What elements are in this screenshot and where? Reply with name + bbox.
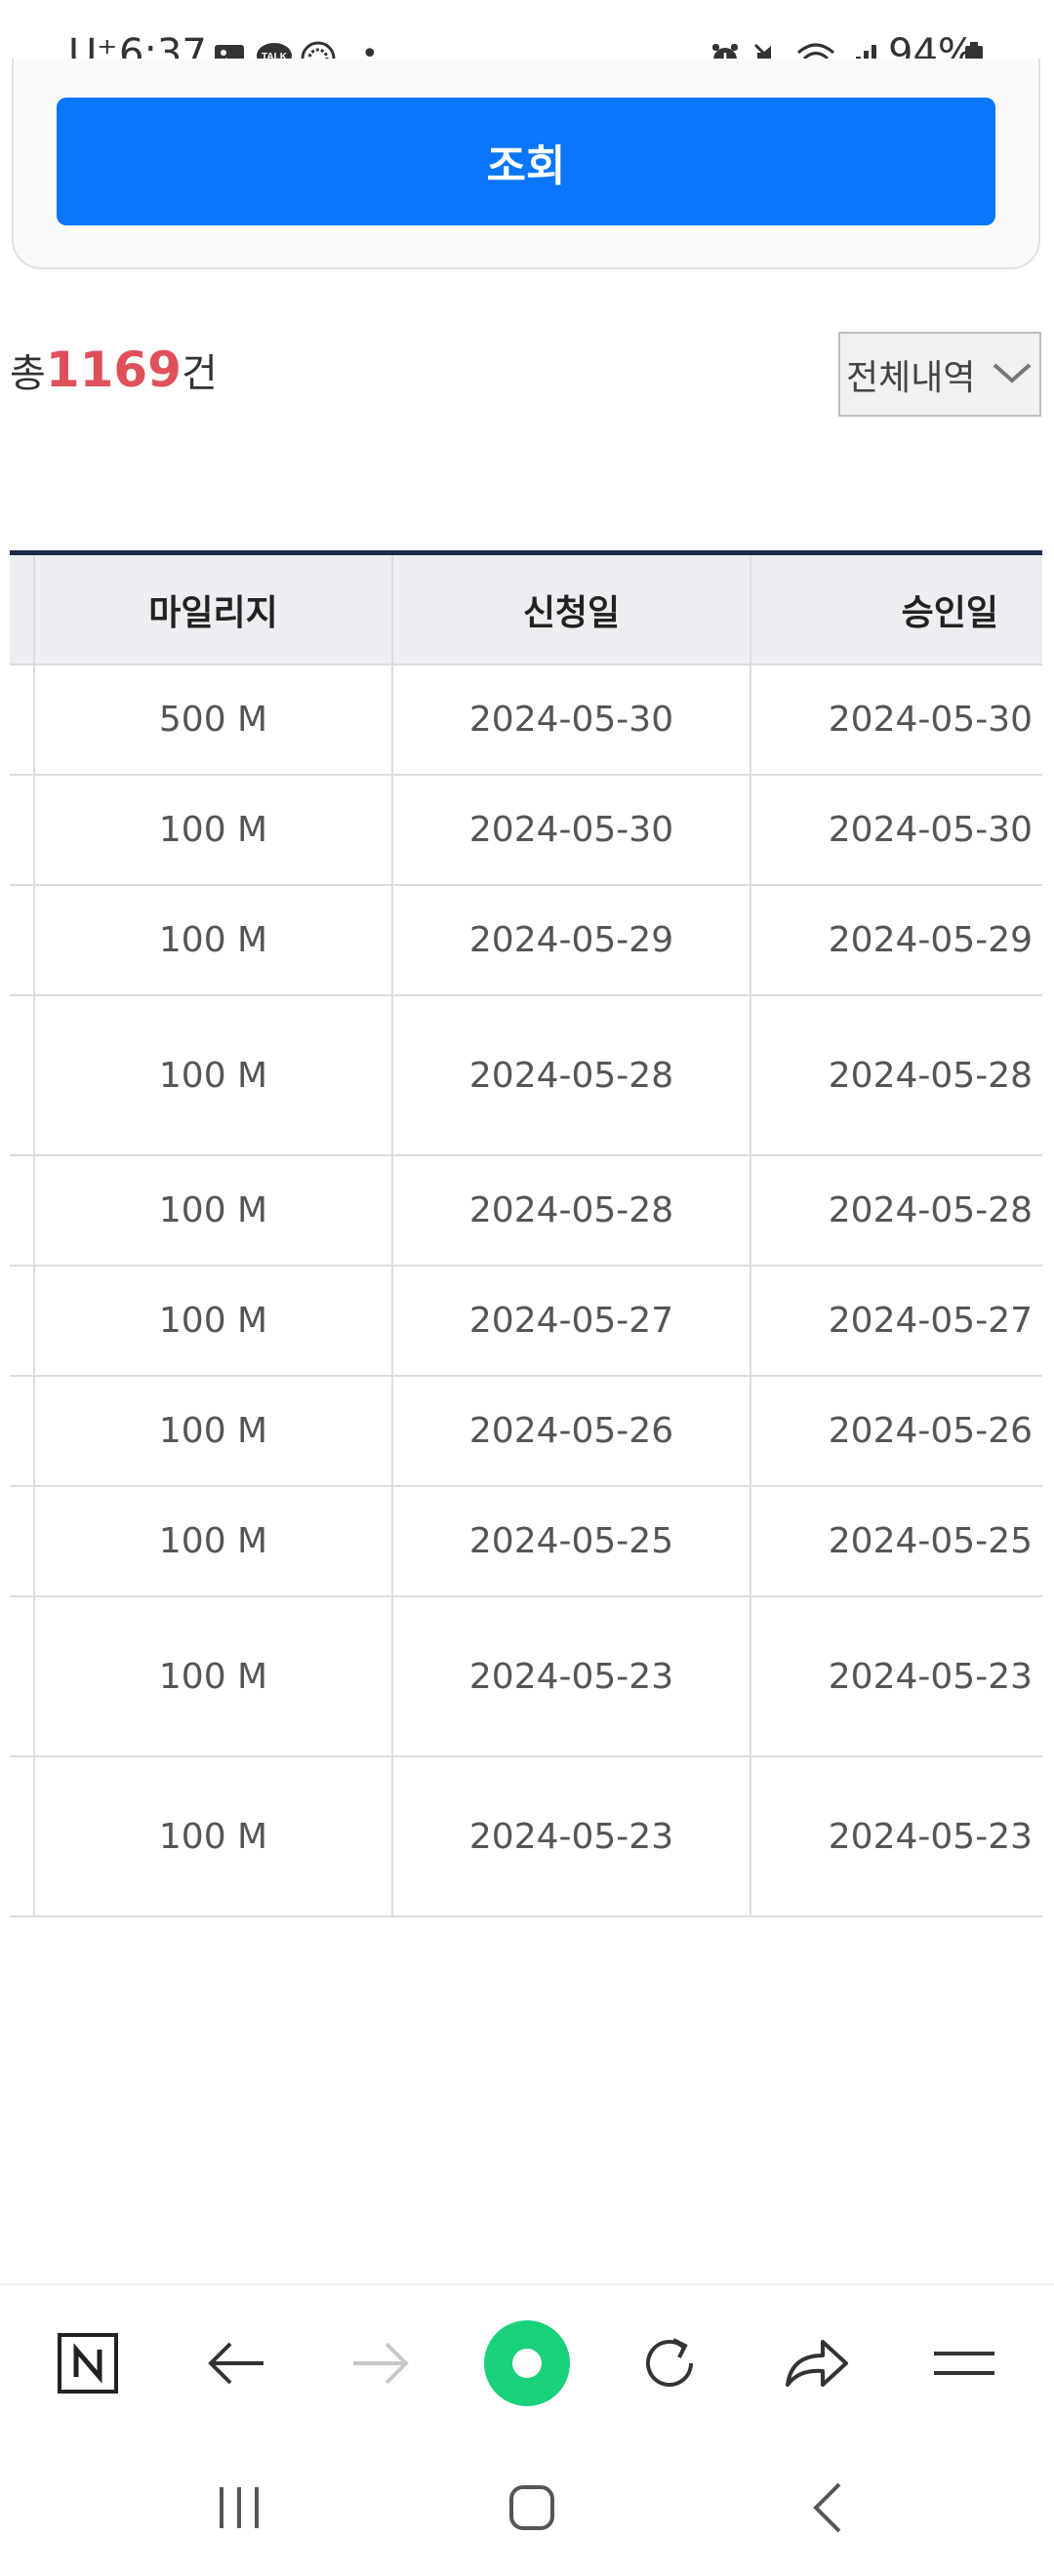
table-row: 100 M 2024-05-28 2024-05-28 bbox=[10, 1156, 1042, 1267]
approved-date-cell: 2024-05-27 bbox=[828, 1301, 1033, 1341]
naver-home-icon[interactable] bbox=[49, 2324, 127, 2402]
row-spacer bbox=[10, 886, 35, 994]
back-icon[interactable] bbox=[789, 2469, 867, 2547]
mileage-cell: 500 M bbox=[35, 665, 393, 774]
mileage-cell: 100 M bbox=[35, 1267, 393, 1375]
header-approved-date: 승인일 bbox=[901, 592, 998, 633]
refresh-icon[interactable] bbox=[630, 2324, 709, 2402]
table-row: 100 M 2024-05-25 2024-05-25 bbox=[10, 1487, 1042, 1597]
approved-date-cell: 2024-05-28 bbox=[828, 1055, 1033, 1096]
mileage-cell: 100 M bbox=[35, 1487, 393, 1595]
header-applied-date: 신청일 bbox=[393, 555, 751, 664]
mileage-cell: 100 M bbox=[35, 886, 393, 994]
applied-date-cell: 2024-05-28 bbox=[393, 996, 751, 1154]
menu-icon[interactable] bbox=[925, 2324, 1003, 2402]
approved-date-cell: 2024-05-30 bbox=[828, 810, 1033, 850]
row-spacer bbox=[10, 996, 35, 1154]
table-row: 100 M 2024-05-26 2024-05-26 bbox=[10, 1377, 1042, 1487]
applied-date-cell: 2024-05-25 bbox=[393, 1487, 751, 1595]
table-row: 100 M 2024-05-30 2024-05-30 bbox=[10, 776, 1042, 886]
applied-date-cell: 2024-05-28 bbox=[393, 1156, 751, 1265]
browser-toolbar bbox=[0, 2283, 1054, 2441]
count-number: 1169 bbox=[45, 342, 182, 398]
row-spacer bbox=[10, 1487, 35, 1595]
row-spacer bbox=[10, 1597, 35, 1755]
filter-selected-value: 전체내역 bbox=[846, 357, 976, 398]
mileage-cell: 100 M bbox=[35, 996, 393, 1154]
table-header-row: 마일리지 신청일 승인일 bbox=[10, 555, 1042, 665]
mileage-cell: 100 M bbox=[35, 1757, 393, 1915]
table-row: 100 M 2024-05-23 2024-05-23 bbox=[10, 1757, 1042, 1917]
applied-date-cell: 2024-05-26 bbox=[393, 1377, 751, 1485]
filter-select[interactable]: 전체내역 bbox=[838, 332, 1041, 417]
mileage-cell: 100 M bbox=[35, 1156, 393, 1265]
approved-date-cell: 2024-05-29 bbox=[828, 920, 1033, 960]
row-spacer bbox=[10, 1156, 35, 1265]
table-row: 100 M 2024-05-29 2024-05-29 bbox=[10, 886, 1042, 996]
header-mileage: 마일리지 bbox=[35, 555, 393, 664]
table-row: 500 M 2024-05-30 2024-05-30 bbox=[10, 665, 1042, 776]
applied-date-cell: 2024-05-29 bbox=[393, 886, 751, 994]
chevron-down-icon bbox=[993, 363, 1032, 383]
mileage-table: 마일리지 신청일 승인일 500 M 2024-05-30 2024-05-30… bbox=[10, 550, 1042, 1917]
mileage-cell: 100 M bbox=[35, 1377, 393, 1485]
approved-date-cell: 2024-05-23 bbox=[828, 1656, 1033, 1697]
back-arrow-icon[interactable] bbox=[197, 2324, 275, 2402]
approved-date-cell: 2024-05-28 bbox=[828, 1190, 1033, 1230]
green-dot-icon[interactable] bbox=[478, 2314, 576, 2412]
applied-date-cell: 2024-05-27 bbox=[393, 1267, 751, 1375]
header-spacer bbox=[10, 555, 35, 664]
applied-date-cell: 2024-05-23 bbox=[393, 1757, 751, 1915]
approved-date-cell: 2024-05-26 bbox=[828, 1411, 1033, 1451]
system-nav-bar bbox=[0, 2439, 1054, 2576]
total-count: 총1169건 bbox=[10, 342, 218, 398]
applied-date-cell: 2024-05-30 bbox=[393, 665, 751, 774]
count-suffix: 건 bbox=[181, 351, 218, 396]
applied-date-cell: 2024-05-30 bbox=[393, 776, 751, 884]
table-row: 100 M 2024-05-28 2024-05-28 bbox=[10, 996, 1042, 1156]
row-spacer bbox=[10, 1757, 35, 1915]
approved-date-cell: 2024-05-23 bbox=[828, 1816, 1033, 1857]
home-icon[interactable] bbox=[493, 2469, 571, 2547]
table-row: 100 M 2024-05-27 2024-05-27 bbox=[10, 1267, 1042, 1377]
row-spacer bbox=[10, 1267, 35, 1375]
mileage-cell: 100 M bbox=[35, 776, 393, 884]
forward-arrow-icon[interactable] bbox=[342, 2324, 420, 2402]
count-prefix: 총 bbox=[10, 351, 46, 396]
approved-date-cell: 2024-05-25 bbox=[828, 1521, 1033, 1561]
search-button[interactable]: 조회 bbox=[57, 98, 995, 225]
row-spacer bbox=[10, 1377, 35, 1485]
recent-apps-icon[interactable] bbox=[200, 2469, 278, 2547]
approved-date-cell: 2024-05-30 bbox=[828, 700, 1033, 740]
row-spacer bbox=[10, 776, 35, 884]
row-spacer bbox=[10, 665, 35, 774]
mileage-cell: 100 M bbox=[35, 1597, 393, 1755]
applied-date-cell: 2024-05-23 bbox=[393, 1597, 751, 1755]
table-row: 100 M 2024-05-23 2024-05-23 bbox=[10, 1597, 1042, 1757]
share-icon[interactable] bbox=[777, 2324, 855, 2402]
